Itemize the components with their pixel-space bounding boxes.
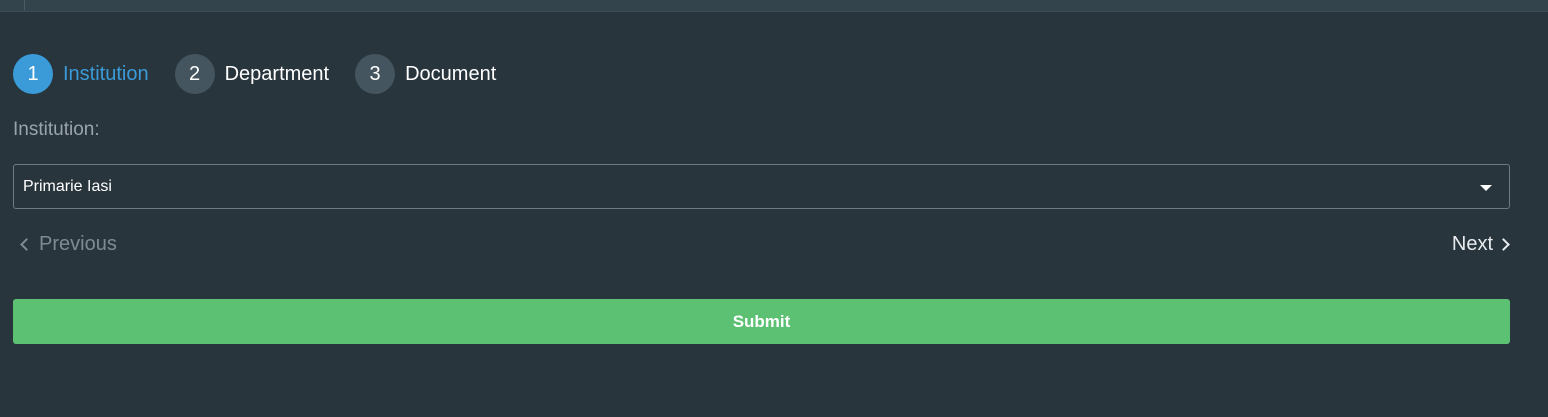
- step-label: Institution: [63, 62, 149, 85]
- submit-button[interactable]: Submit: [13, 299, 1510, 344]
- next-label: Next: [1451, 232, 1493, 255]
- previous-label: Previous: [39, 232, 117, 255]
- top-toolbar-strip: [0, 0, 1548, 12]
- step-number-badge: 3: [355, 54, 396, 94]
- institution-selected-value: Primarie Iasi: [23, 177, 112, 195]
- institution-select[interactable]: Primarie Iasi: [13, 164, 1510, 209]
- step-document[interactable]: 3 Document: [355, 54, 496, 94]
- step-number-badge: 1: [13, 54, 53, 94]
- next-button[interactable]: Next: [1451, 232, 1510, 256]
- previous-button[interactable]: Previous: [18, 232, 117, 256]
- step-number-badge: 2: [174, 54, 215, 94]
- step-label: Department: [224, 62, 330, 85]
- chevron-left-icon: [20, 237, 33, 251]
- caret-down-icon: [1480, 185, 1492, 191]
- step-label: Document: [405, 62, 497, 85]
- wizard-steps: 1 Institution 2 Department 3 Document: [13, 54, 522, 94]
- institution-field-label: Institution:: [13, 119, 100, 140]
- chevron-right-icon: [1497, 237, 1510, 251]
- step-department[interactable]: 2 Department: [174, 54, 330, 94]
- step-institution[interactable]: 1 Institution: [13, 54, 149, 94]
- toolbar-divider: [24, 0, 25, 10]
